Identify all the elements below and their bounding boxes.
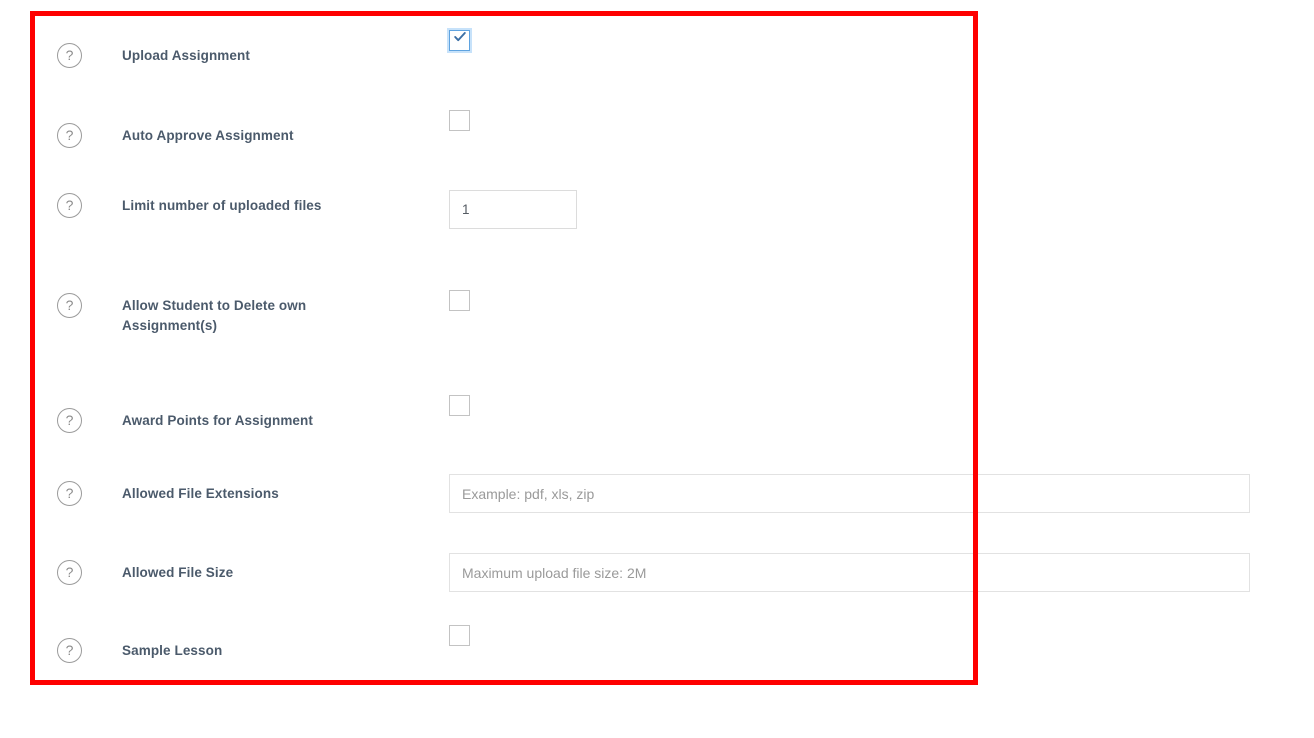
checkbox-upload-assignment[interactable] — [449, 30, 470, 51]
field-label-allow-student-delete: Allow Student to Delete own Assignment(s… — [122, 298, 307, 333]
help-icon[interactable]: ? — [57, 560, 82, 585]
field-label-upload-assignment: Upload Assignment — [122, 48, 250, 63]
field-label-allowed-file-extensions: Allowed File Extensions — [122, 486, 279, 501]
help-icon[interactable]: ? — [57, 481, 82, 506]
help-icon[interactable]: ? — [57, 123, 82, 148]
help-icon[interactable]: ? — [57, 193, 82, 218]
field-label-auto-approve-assignment: Auto Approve Assignment — [122, 128, 294, 143]
checkbox-sample-lesson[interactable] — [449, 625, 470, 646]
field-label-sample-lesson: Sample Lesson — [122, 643, 223, 658]
field-label-allowed-file-size: Allowed File Size — [122, 565, 234, 580]
limit-uploaded-files-input[interactable] — [449, 190, 577, 229]
checkbox-auto-approve-assignment[interactable] — [449, 110, 470, 131]
checkbox-allow-student-delete[interactable] — [449, 290, 470, 311]
field-label-limit-uploaded-files: Limit number of uploaded files — [122, 198, 322, 213]
field-label-award-points: Award Points for Assignment — [122, 413, 313, 428]
help-icon[interactable]: ? — [57, 408, 82, 433]
checkbox-award-points[interactable] — [449, 395, 470, 416]
help-icon[interactable]: ? — [57, 293, 82, 318]
allowed-file-extensions-input[interactable] — [449, 474, 1250, 513]
help-icon[interactable]: ? — [57, 43, 82, 68]
help-icon[interactable]: ? — [57, 638, 82, 663]
allowed-file-size-input[interactable] — [449, 553, 1250, 592]
checkmark-icon — [454, 32, 466, 42]
assignment-settings-form: ? Upload Assignment ? Auto Approve Assig… — [0, 0, 1314, 738]
